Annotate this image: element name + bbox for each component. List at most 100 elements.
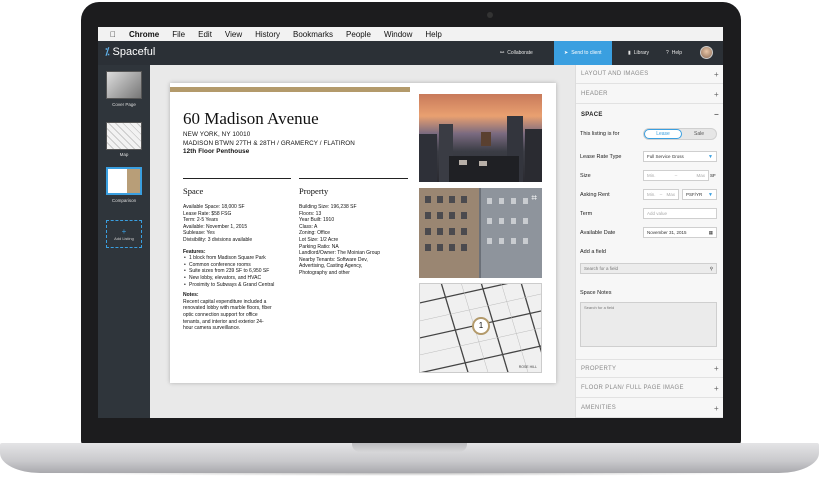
spaceful-logo-icon: ⁒	[105, 46, 110, 58]
lease-rate-type-select[interactable]: Full Service Gross ▼	[643, 151, 717, 162]
crop-icon[interactable]: ⌗	[531, 193, 537, 204]
section-header[interactable]: HEADER +	[576, 85, 723, 104]
space-line: Sublease: Yes	[183, 230, 215, 237]
library-button[interactable]: ▮ Library	[628, 41, 649, 65]
menu-bookmarks[interactable]: Bookmarks	[293, 30, 333, 39]
asking-rent-range-input[interactable]: Min. – Max	[643, 189, 679, 200]
feature-item: New lobby, elevators, and HVAC	[183, 275, 295, 282]
space-line: Divisibility: 3 divisions available	[183, 236, 253, 243]
space-notes-textarea[interactable]: Search for a field	[580, 302, 717, 347]
chevron-down-icon: ▼	[708, 191, 713, 198]
search-icon: ⚲	[709, 265, 713, 271]
menu-file[interactable]: File	[172, 30, 185, 39]
rooftop-photo[interactable]	[419, 94, 542, 182]
property-details: Building Size: 196,238 SF Floors: 13 Yea…	[299, 204, 411, 277]
term-placeholder: Add value	[647, 211, 668, 216]
property-line: Lot Size: 1/2 Acre	[299, 236, 339, 243]
space-heading: Space	[183, 186, 204, 196]
section-layout-and-images[interactable]: LAYOUT AND IMAGES +	[576, 65, 723, 84]
thumb-label: Cover Page	[112, 102, 136, 107]
lease-rate-type-value: Full Service Gross	[647, 154, 684, 159]
laptop-notch	[352, 443, 467, 452]
menu-people[interactable]: People	[346, 30, 371, 39]
section-label: SPACE	[581, 111, 603, 118]
plus-icon: +	[714, 403, 719, 413]
term-label: Term	[580, 211, 593, 217]
range-separator: –	[674, 173, 678, 178]
term-input[interactable]: Add value	[643, 208, 717, 219]
accent-bar	[170, 87, 410, 92]
section-amenities[interactable]: AMENITIES +	[576, 399, 723, 418]
location-map[interactable]: 1 ROSE HILL	[419, 283, 542, 373]
space-details: Available Space: 18,000 SF Lease Rate: $…	[183, 204, 295, 332]
available-date-input[interactable]: November 31, 2015 ▦	[643, 227, 717, 238]
search-field-input[interactable]: Search for a field ⚲	[580, 263, 717, 274]
notes-line: optic connection support for office	[183, 311, 258, 318]
feature-item: Common conference rooms	[183, 262, 295, 269]
property-line: Zoning: Office	[299, 230, 331, 237]
size-min-placeholder: Min.	[647, 173, 656, 178]
thumb-label: Comparison	[111, 198, 137, 203]
app-logo[interactable]: ⁒ Spaceful	[105, 46, 155, 58]
menu-help[interactable]: Help	[425, 30, 441, 39]
size-max-placeholder: Max	[696, 173, 705, 178]
thumb-label: Map	[119, 152, 129, 157]
plus-icon: +	[121, 226, 127, 236]
plus-icon: +	[714, 383, 719, 393]
size-range-input[interactable]: Min. – Max	[643, 170, 709, 181]
rent-unit-select[interactable]: PSF/YR ▼	[682, 189, 717, 200]
available-date-label: Available Date	[580, 230, 616, 236]
menu-window[interactable]: Window	[384, 30, 412, 39]
toggle-lease[interactable]: Lease	[644, 129, 682, 139]
add-listing-button[interactable]: + Add Listing	[106, 220, 142, 248]
property-line: Advertising, Casting Agency,	[299, 263, 363, 270]
app-name: Spaceful	[112, 46, 156, 58]
section-space[interactable]: SPACE −	[576, 105, 723, 124]
book-icon: ▮	[628, 50, 631, 56]
section-label: PROPERTY	[581, 365, 617, 372]
map-caption: ROSE HILL	[518, 365, 537, 369]
space-notes-label: Space Notes	[580, 290, 612, 296]
thumb-map[interactable]	[106, 122, 142, 150]
minus-icon: −	[714, 110, 719, 119]
building-photo[interactable]: ⌗	[419, 188, 542, 278]
toggle-sale[interactable]: Sale	[682, 129, 716, 139]
collaborate-label: Collaborate	[507, 50, 533, 56]
section-property[interactable]: PROPERTY +	[576, 359, 723, 378]
apple-icon[interactable]: 	[110, 30, 116, 39]
listing-document[interactable]: 60 Madison Avenue NEW YORK, NY 10010 MAD…	[170, 83, 556, 383]
rent-unit-value: PSF/YR	[686, 192, 703, 197]
listing-for-label: This listing is for	[580, 131, 620, 137]
notes-label: Notes:	[183, 292, 199, 299]
library-label: Library	[633, 50, 650, 56]
feature-item: Suite sizes from 239 SF to 6,950 SF	[183, 268, 295, 275]
calendar-icon: ▦	[708, 229, 713, 235]
menu-history[interactable]: History	[255, 30, 280, 39]
rent-min-placeholder: Min.	[647, 192, 656, 197]
notes-line: hour camera surveillance.	[183, 325, 241, 332]
plus-icon: +	[714, 364, 719, 373]
plus-icon: +	[714, 89, 719, 99]
lease-sale-toggle[interactable]: Lease Sale	[643, 128, 717, 140]
property-line: Year Built: 1910	[299, 217, 335, 224]
menu-chrome[interactable]: Chrome	[129, 30, 159, 39]
notes-line: Recent capital expenditure included a	[183, 298, 267, 305]
property-line: Floors: 13	[299, 210, 322, 217]
property-line: Parking Ratio: NA	[299, 243, 339, 250]
size-label: Size	[580, 173, 591, 179]
avatar[interactable]	[700, 46, 713, 59]
property-rule	[299, 178, 408, 179]
help-button[interactable]: ? Help	[666, 41, 682, 65]
send-icon: ➤	[564, 50, 569, 56]
send-to-client-button[interactable]: ➤ Send to client	[554, 41, 612, 65]
thumb-comparison[interactable]	[106, 167, 142, 195]
menu-edit[interactable]: Edit	[198, 30, 212, 39]
section-floor-plan[interactable]: FLOOR PLAN/ FULL PAGE IMAGE +	[576, 379, 723, 398]
map-pin-marker[interactable]: 1	[472, 317, 490, 335]
search-field-placeholder: Search for a field	[584, 266, 619, 271]
menu-view[interactable]: View	[225, 30, 242, 39]
feature-item: 1 block from Madison Square Park	[183, 255, 295, 262]
thumb-cover-page[interactable]	[106, 71, 142, 99]
section-label: AMENITIES	[581, 405, 617, 411]
collaborate-button[interactable]: ⚯ Collaborate	[500, 41, 533, 65]
